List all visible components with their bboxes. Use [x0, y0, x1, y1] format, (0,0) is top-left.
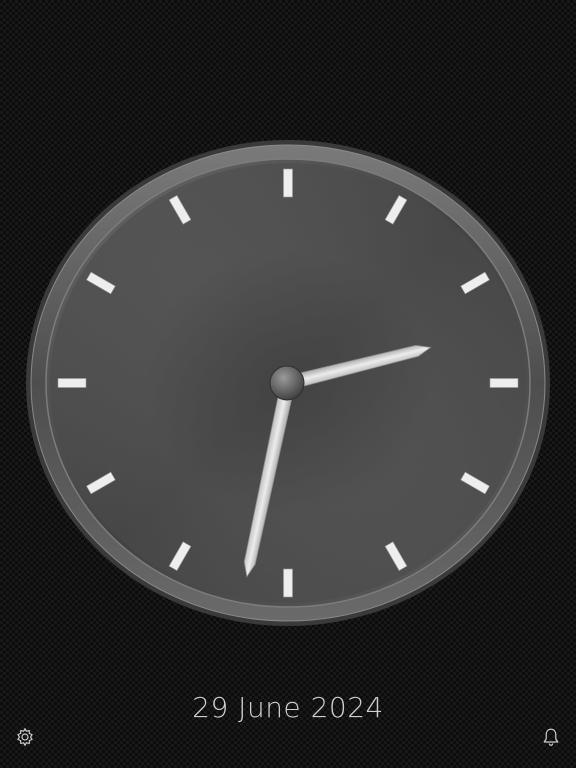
hour-marker — [283, 568, 293, 598]
gear-icon — [17, 727, 33, 747]
clock-screen: 29 June 2024 — [0, 0, 576, 768]
analog-clock — [26, 140, 550, 626]
hour-marker — [489, 378, 519, 388]
settings-button[interactable] — [12, 724, 38, 750]
hour-marker — [57, 378, 87, 388]
center-hub — [269, 365, 305, 401]
bell-icon — [543, 728, 559, 746]
hour-marker — [283, 168, 293, 198]
alarm-button[interactable] — [538, 724, 564, 750]
date-label: 29 June 2024 — [192, 691, 384, 724]
